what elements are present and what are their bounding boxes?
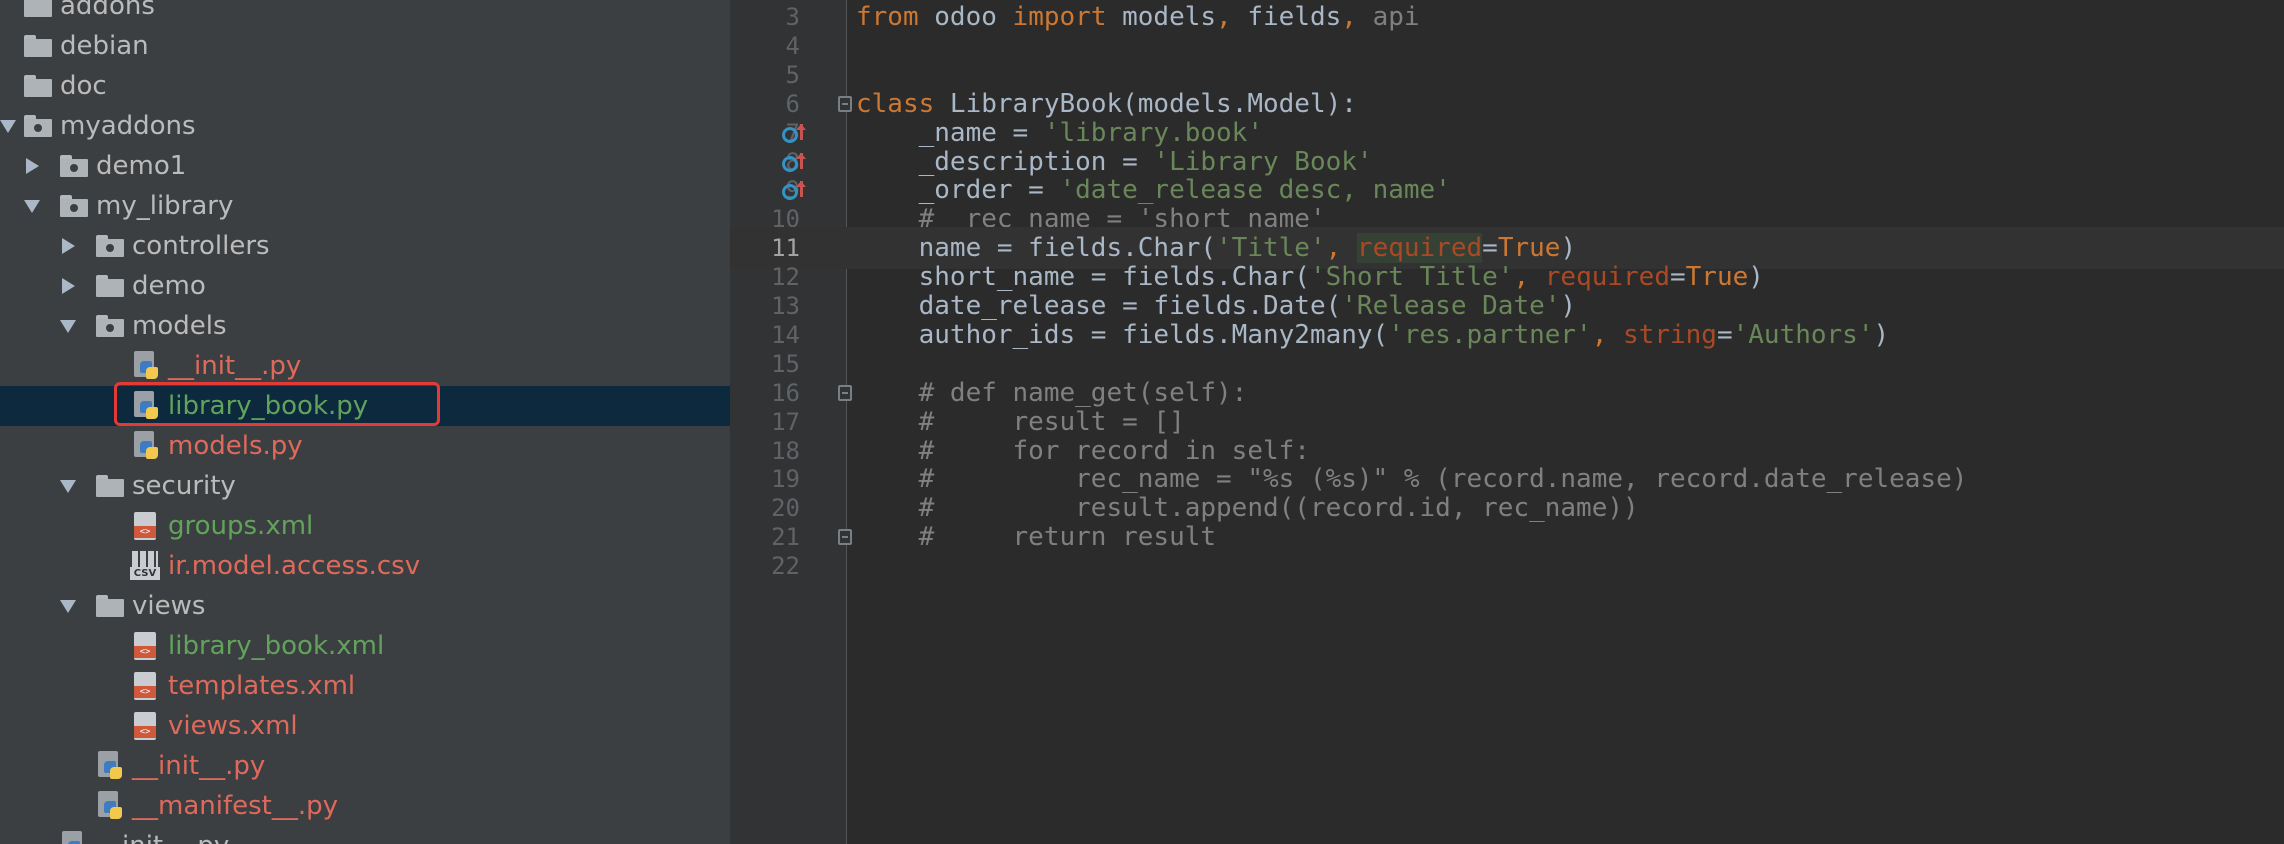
tree-item-models-py[interactable]: models.py: [0, 426, 730, 466]
xml-file-icon: <>: [134, 632, 160, 662]
tree-item-ir-model-access-csv[interactable]: CSV ir.model.access.csv: [0, 546, 730, 586]
tree-item-addons[interactable]: addons: [0, 0, 730, 26]
python-file-icon: [98, 751, 124, 781]
python-file-icon: [98, 791, 124, 821]
fold-marker-icon[interactable]: [838, 95, 852, 112]
tree-item-views-xml[interactable]: <> views.xml: [0, 706, 730, 746]
package-folder-icon: [96, 315, 124, 337]
tree-item-label: addons: [60, 0, 155, 21]
selection-highlight-box: [114, 382, 440, 426]
tree-item-demo[interactable]: demo: [0, 266, 730, 306]
tree-item-label: debian: [60, 31, 149, 61]
folder-icon: [24, 0, 52, 17]
tree-item-templates-xml[interactable]: <> templates.xml: [0, 666, 730, 706]
tree-item-init-py[interactable]: __init__.py: [0, 346, 730, 386]
fold-marker-icon[interactable]: [838, 529, 852, 546]
tree-item-views[interactable]: views: [0, 586, 730, 626]
python-file-icon: [134, 431, 160, 461]
collapse-arrow-icon[interactable]: [24, 200, 40, 213]
tree-item-label: ir.model.access.csv: [168, 551, 421, 581]
code-editor[interactable]: 3 from odoo import models, fields, api 4 5 6…: [730, 0, 2284, 844]
tree-item-label: models: [132, 311, 227, 341]
tree-item-label: __manifest__.py: [132, 791, 339, 821]
collapse-arrow-icon[interactable]: [0, 120, 16, 133]
tree-item-label: views: [132, 591, 206, 621]
folder-icon: [24, 35, 52, 57]
csv-file-icon: CSV: [130, 551, 160, 581]
ide-window: addons debian doc myaddons demo1 my_libraryco…: [0, 0, 2284, 844]
folder-icon: [96, 275, 124, 297]
expand-arrow-icon[interactable]: [62, 238, 75, 254]
package-folder-icon: [24, 115, 52, 137]
tree-item-label: __init__.py: [132, 751, 266, 781]
code-line[interactable]: 22: [730, 545, 2284, 587]
tree-item-label: demo: [132, 271, 206, 301]
tree-item-init-py[interactable]: __init__.py: [0, 826, 730, 844]
folder-icon: [96, 475, 124, 497]
xml-file-icon: <>: [134, 672, 160, 702]
tree-item-label: library_book.xml: [168, 631, 385, 661]
tree-item-label: myaddons: [60, 111, 196, 141]
tree-item-my-library[interactable]: my_library: [0, 186, 730, 226]
tree-item-label: __init__.py: [168, 351, 302, 381]
tree-item-controllers[interactable]: controllers: [0, 226, 730, 266]
package-folder-icon: [60, 195, 88, 217]
collapse-arrow-icon[interactable]: [60, 480, 76, 493]
expand-arrow-icon[interactable]: [26, 158, 39, 174]
folder-icon: [24, 75, 52, 97]
folder-icon: [96, 595, 124, 617]
package-folder-icon: [96, 235, 124, 257]
tree-item-doc[interactable]: doc: [0, 66, 730, 106]
xml-file-icon: <>: [134, 712, 160, 742]
tree-item-label: views.xml: [168, 711, 298, 741]
python-file-icon: [134, 351, 160, 381]
tree-item-demo1[interactable]: demo1: [0, 146, 730, 186]
line-number: 22: [771, 552, 800, 581]
tree-item-library-book-xml[interactable]: <> library_book.xml: [0, 626, 730, 666]
tree-item-label: demo1: [96, 151, 187, 181]
package-folder-icon: [60, 155, 88, 177]
tree-item-label: my_library: [96, 191, 234, 221]
xml-file-icon: <>: [134, 512, 160, 542]
project-tree[interactable]: addons debian doc myaddons demo1 my_libraryco…: [0, 0, 730, 844]
tree-item-label: security: [132, 471, 236, 501]
fold-marker-icon[interactable]: [838, 384, 852, 401]
tree-item-init-py[interactable]: __init__.py: [0, 746, 730, 786]
tree-item-models[interactable]: models: [0, 306, 730, 346]
collapse-arrow-icon[interactable]: [60, 320, 76, 333]
tree-item-label: templates.xml: [168, 671, 356, 701]
tree-item-manifest-py[interactable]: __manifest__.py: [0, 786, 730, 826]
tree-item-label: doc: [60, 71, 107, 101]
tree-item-groups-xml[interactable]: <> groups.xml: [0, 506, 730, 546]
tree-item-debian[interactable]: debian: [0, 26, 730, 66]
expand-arrow-icon[interactable]: [62, 278, 75, 294]
tree-item-myaddons[interactable]: myaddons: [0, 106, 730, 146]
tree-item-label: groups.xml: [168, 511, 314, 541]
python-file-icon: [62, 831, 88, 844]
tree-item-security[interactable]: security: [0, 466, 730, 506]
tree-item-label: models.py: [168, 431, 303, 461]
tree-item-label: controllers: [132, 231, 270, 261]
tree-item-label: __init__.py: [96, 826, 229, 844]
collapse-arrow-icon[interactable]: [60, 600, 76, 613]
